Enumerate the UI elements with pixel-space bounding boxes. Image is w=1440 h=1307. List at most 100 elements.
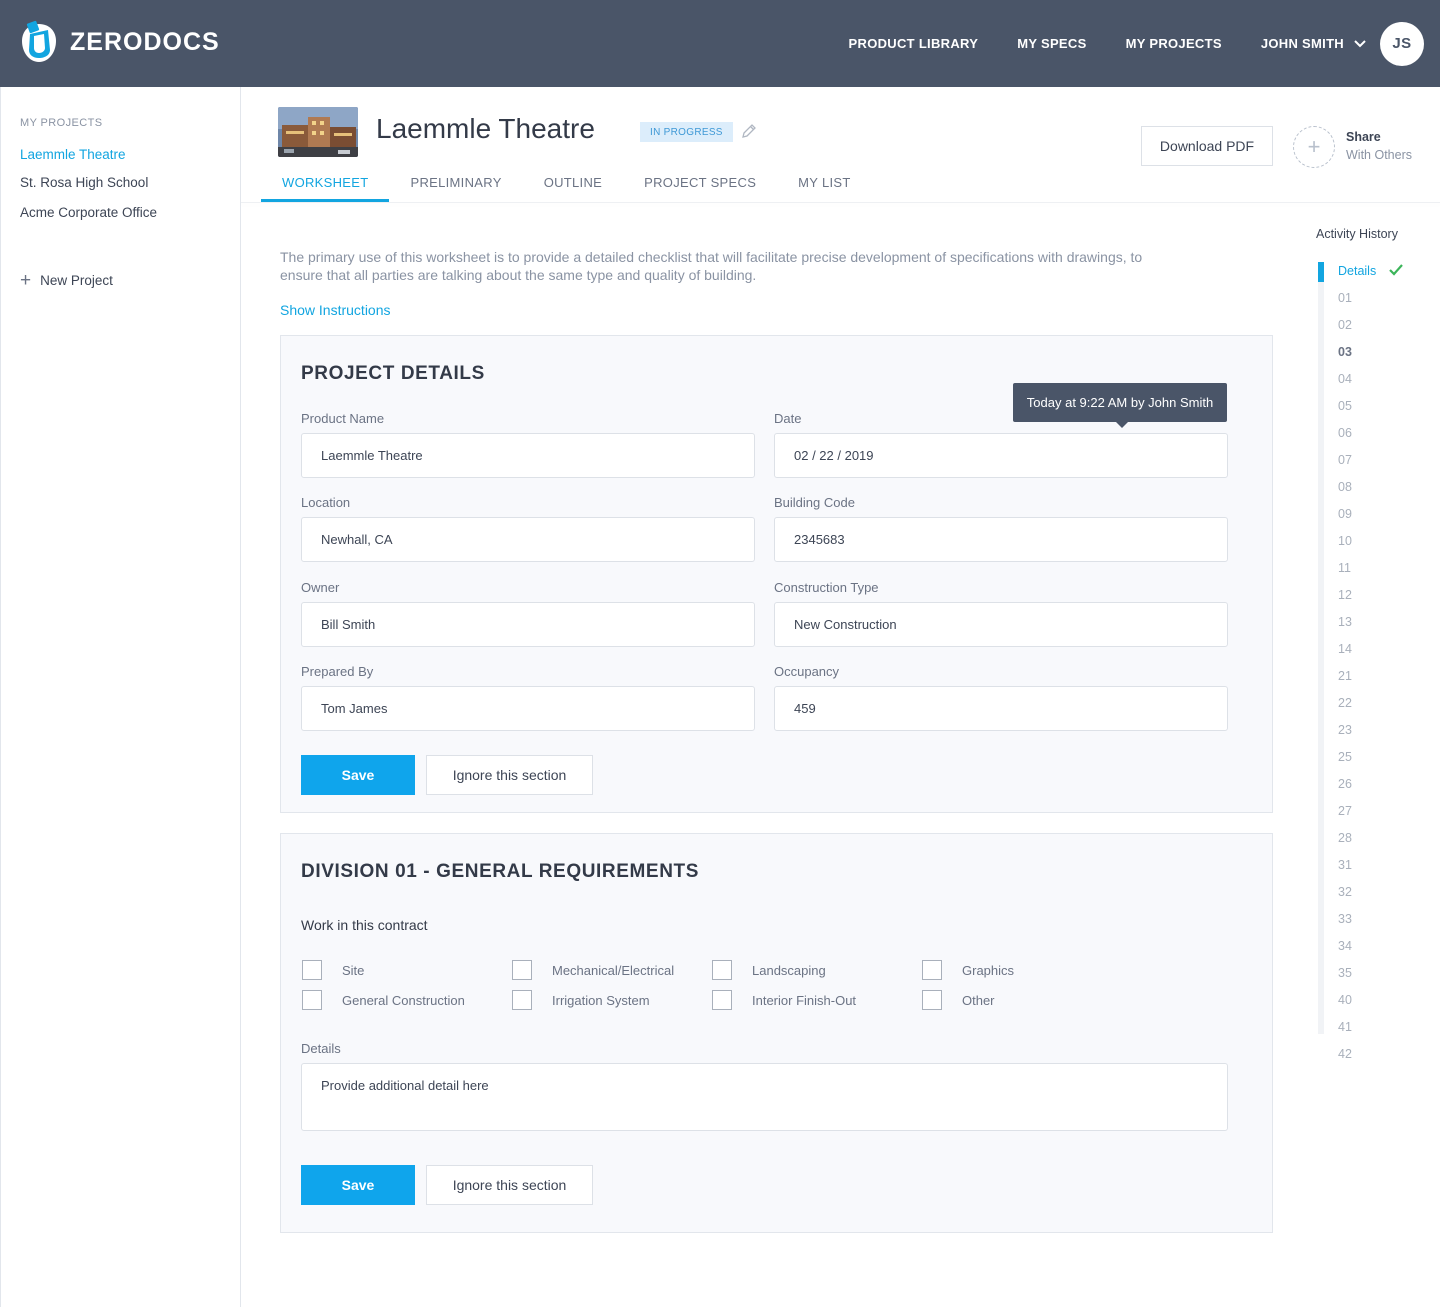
nav-product-library[interactable]: PRODUCT LIBRARY [849,36,979,51]
activity-history-item-12[interactable]: 12 [1338,588,1352,602]
share-subtitle: With Others [1346,148,1412,162]
activity-history-item-09[interactable]: 09 [1338,507,1352,521]
tab-project-specs[interactable]: PROJECT SPECS [623,168,777,202]
new-project-button[interactable]: + New Project [20,271,113,290]
activity-history-item-26[interactable]: 26 [1338,777,1352,791]
checkbox-interior-finish-out[interactable]: Interior Finish-Out [712,990,856,1010]
product-name-input[interactable]: Laemmle Theatre [301,433,755,478]
field-label-location: Location [301,495,351,510]
checkbox-graphics[interactable]: Graphics [922,960,1014,980]
share-button[interactable]: + [1293,126,1335,168]
save-button[interactable]: Save [301,755,415,795]
checkbox-box[interactable] [712,990,732,1010]
tab-my-list[interactable]: MY LIST [777,168,871,202]
tab-preliminary[interactable]: PRELIMINARY [389,168,522,202]
activity-history-item-11[interactable]: 11 [1338,561,1351,575]
sidebar-item-laemmle-theatre[interactable]: Laemmle Theatre [20,147,126,162]
prepared-by-input[interactable]: Tom James [301,686,755,731]
activity-history-item-33[interactable]: 33 [1338,912,1352,926]
activity-history-item-details[interactable]: Details [1338,264,1376,278]
checkbox-mechanical-electrical[interactable]: Mechanical/Electrical [512,960,674,980]
activity-history-item-10[interactable]: 10 [1338,534,1352,548]
activity-history-item-01[interactable]: 01 [1338,291,1352,305]
activity-history-item-28[interactable]: 28 [1338,831,1352,845]
activity-history-item-21[interactable]: 21 [1338,669,1352,683]
activity-history-item-02[interactable]: 02 [1338,318,1352,332]
checkbox-site[interactable]: Site [302,960,364,980]
field-label-owner: Owner [301,580,340,595]
checkbox-box[interactable] [512,990,532,1010]
project-thumbnail [278,107,358,157]
activity-history-item-06[interactable]: 06 [1338,426,1352,440]
checkbox-box[interactable] [302,990,322,1010]
activity-history-item-42[interactable]: 42 [1338,1047,1352,1061]
activity-history-item-13[interactable]: 13 [1338,615,1352,629]
field-label-details: Details [301,1041,341,1056]
section-title: DIVISION 01 - GENERAL REQUIREMENTS [301,861,699,882]
activity-history-title: Activity History [1316,227,1398,241]
field-label-construction-type: Construction Type [774,580,879,595]
checkbox-box[interactable] [922,990,942,1010]
field-label-occupancy: Occupancy [774,664,840,679]
checkbox-box[interactable] [922,960,942,980]
building-code-input[interactable]: 2345683 [774,517,1228,562]
section-title: PROJECT DETAILS [301,363,485,384]
construction-type-input[interactable]: New Construction [774,602,1228,647]
details-textarea[interactable]: Provide additional detail here [301,1063,1228,1131]
activity-history-item-14[interactable]: 14 [1338,642,1352,656]
division-01-panel: DIVISION 01 - GENERAL REQUIREMENTS Work … [280,833,1273,1233]
activity-history-item-34[interactable]: 34 [1338,939,1352,953]
checkbox-label: Mechanical/Electrical [552,962,675,978]
location-input[interactable]: Newhall, CA [301,517,755,562]
check-icon [1389,264,1403,276]
checkbox-box[interactable] [302,960,322,980]
projects-sidebar: MY PROJECTS Laemmle Theatre St. Rosa Hig… [0,87,241,1307]
activity-history-item-03[interactable]: 03 [1338,345,1352,359]
ignore-section-button[interactable]: Ignore this section [426,755,593,795]
user-menu[interactable]: JOHN SMITH [1261,36,1366,51]
checkbox-irrigation-system[interactable]: Irrigation System [512,990,650,1010]
owner-input[interactable]: Bill Smith [301,602,755,647]
chevron-down-icon [1354,39,1366,47]
download-pdf-button[interactable]: Download PDF [1141,126,1273,166]
activity-history-item-22[interactable]: 22 [1338,696,1352,710]
field-label-product-name: Product Name [301,411,385,426]
activity-history-item-04[interactable]: 04 [1338,372,1352,386]
checkbox-general-construction[interactable]: General Construction [302,990,465,1010]
checkbox-other[interactable]: Other [922,990,995,1010]
ignore-section-button[interactable]: Ignore this section [426,1165,593,1205]
sidebar-item-st-rosa-high-school[interactable]: St. Rosa High School [20,175,148,190]
brand-logo[interactable]: ZERODOCS [20,20,220,64]
checkbox-landscaping[interactable]: Landscaping [712,960,826,980]
activity-history-item-25[interactable]: 25 [1338,750,1352,764]
save-button[interactable]: Save [301,1165,415,1205]
activity-history-item-35[interactable]: 35 [1338,966,1352,980]
activity-history-item-40[interactable]: 40 [1338,993,1352,1007]
top-navigation-bar: ZERODOCS PRODUCT LIBRARY MY SPECS MY PRO… [0,0,1440,87]
checkbox-label: General Construction [342,992,465,1008]
activity-history-item-07[interactable]: 07 [1338,453,1352,467]
tab-worksheet[interactable]: WORKSHEET [261,168,390,202]
checkbox-label: Irrigation System [552,992,650,1008]
tab-outline[interactable]: OUTLINE [523,168,623,202]
checkbox-label: Landscaping [752,962,826,978]
pencil-icon[interactable] [740,122,758,140]
activity-history-item-41[interactable]: 41 [1338,1020,1352,1034]
sidebar-item-acme-corporate-office[interactable]: Acme Corporate Office [20,205,157,220]
checkbox-box[interactable] [712,960,732,980]
checkbox-label: Interior Finish-Out [752,992,857,1008]
activity-history-item-31[interactable]: 31 [1338,858,1352,872]
show-instructions-link[interactable]: Show Instructions [280,302,391,318]
activity-history-item-05[interactable]: 05 [1338,399,1352,413]
date-input[interactable]: 02 / 22 / 2019 [774,433,1228,478]
nav-my-specs[interactable]: MY SPECS [1017,36,1086,51]
checkbox-box[interactable] [512,960,532,980]
share-title[interactable]: Share [1346,130,1381,144]
activity-history-item-32[interactable]: 32 [1338,885,1352,899]
nav-my-projects[interactable]: MY PROJECTS [1126,36,1222,51]
activity-history-item-23[interactable]: 23 [1338,723,1352,737]
activity-history-item-27[interactable]: 27 [1338,804,1352,818]
activity-history-item-08[interactable]: 08 [1338,480,1352,494]
occupancy-input[interactable]: 459 [774,686,1228,731]
avatar[interactable]: JS [1380,21,1424,66]
